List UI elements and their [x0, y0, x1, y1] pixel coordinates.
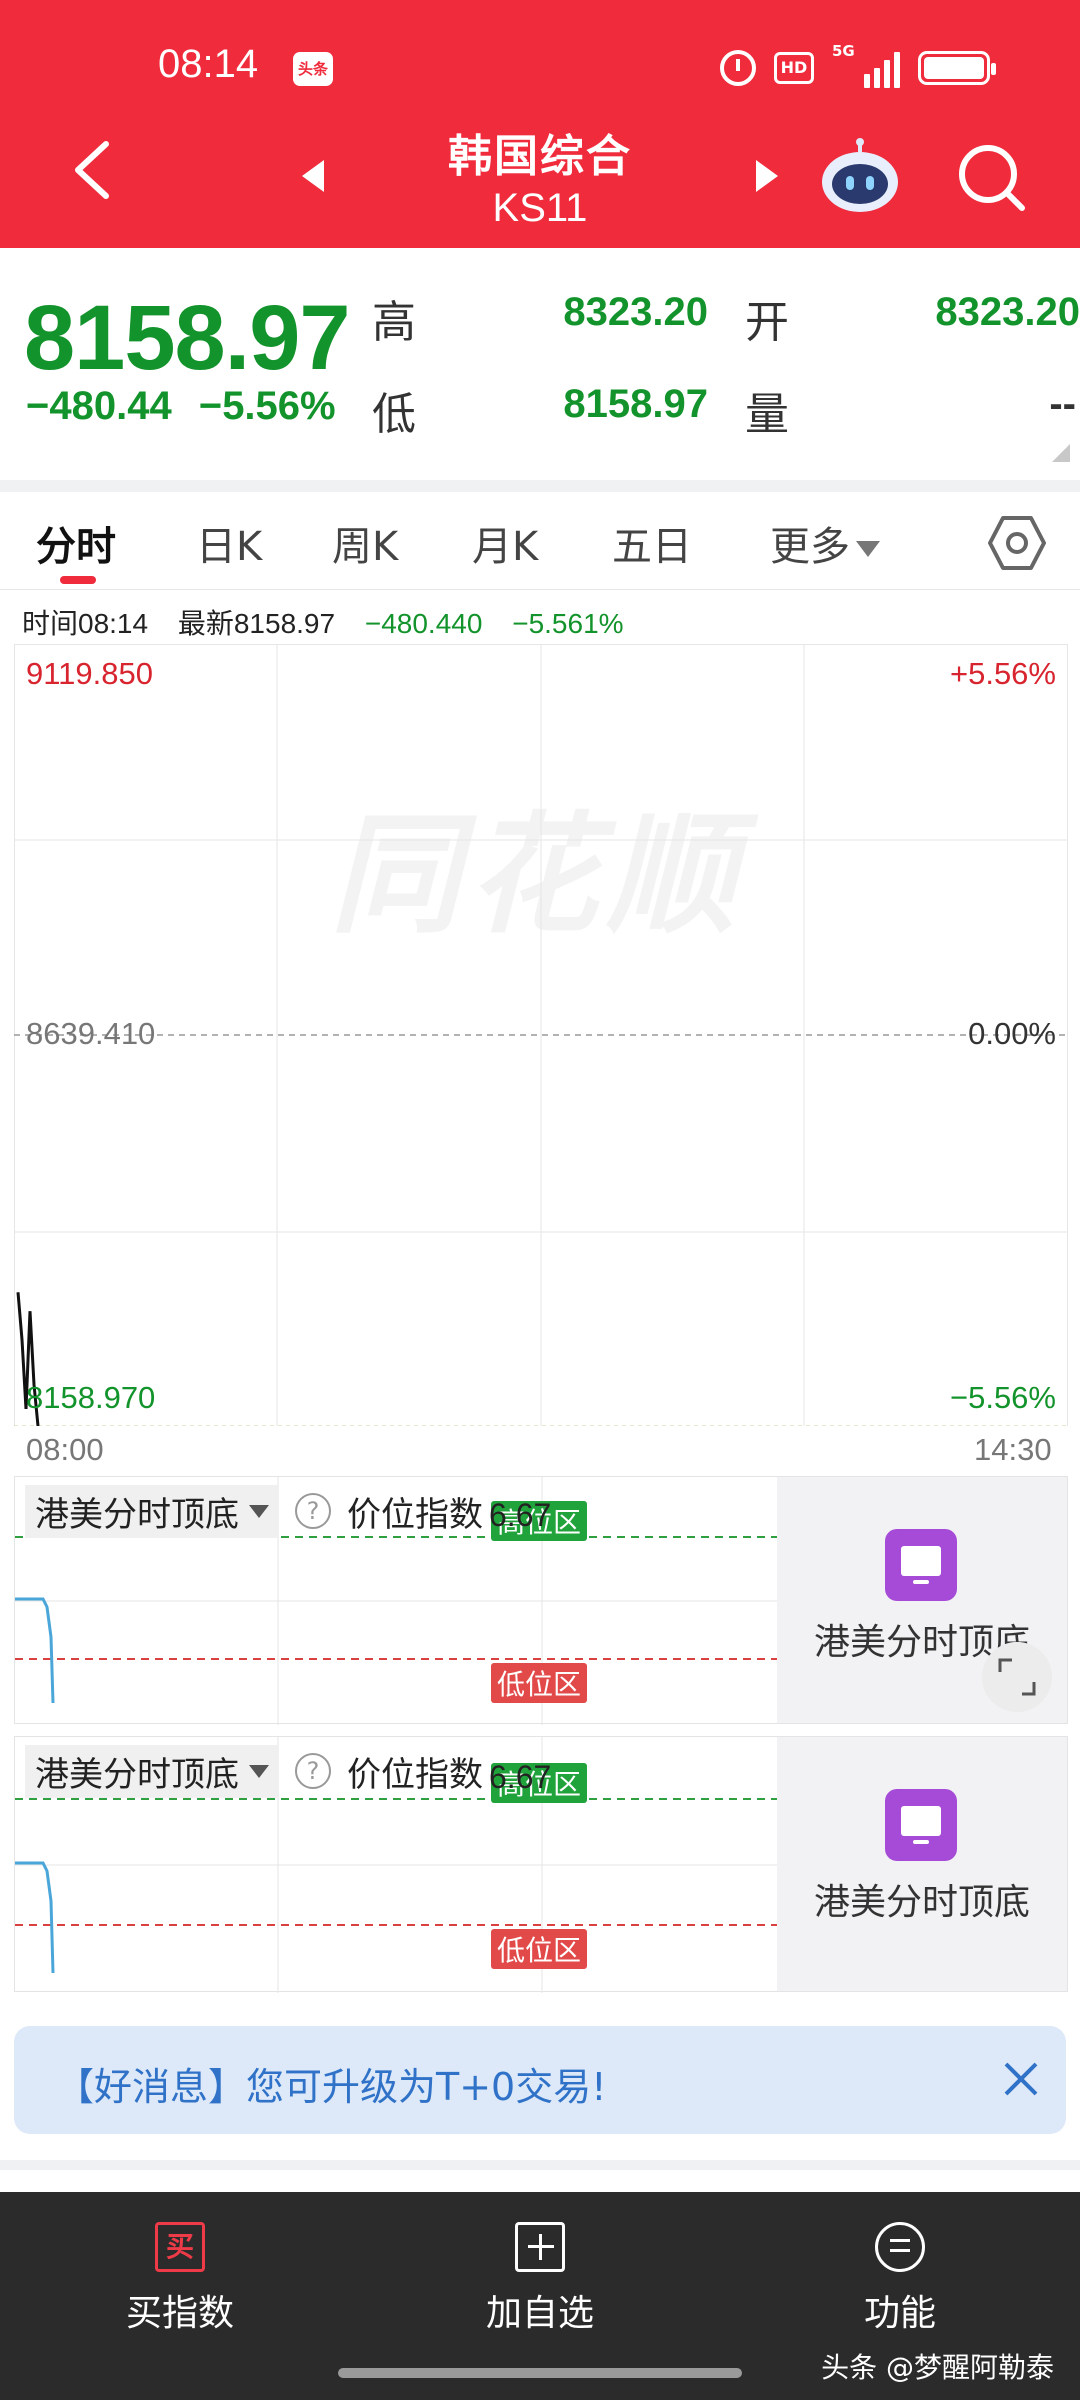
high-label: 高	[372, 297, 416, 348]
low-zone-tag: 低位区	[491, 1663, 588, 1703]
crosshair-info: 时间08:14 最新8158.97 −480.440 −5.561%	[22, 602, 646, 642]
network-label: 5G	[832, 42, 855, 60]
tab-five-day[interactable]: 五日	[612, 514, 692, 572]
price-change: −480.44 −5.56%	[26, 384, 336, 429]
chevron-down-icon	[856, 541, 880, 557]
low-label: 低	[372, 389, 416, 440]
low-value: 8158.97	[563, 382, 708, 426]
tab-weekly-k[interactable]: 周K	[332, 514, 398, 572]
indicator-dropdown[interactable]: 港美分时顶底	[25, 1744, 279, 1798]
next-arrow-icon[interactable]	[752, 156, 782, 196]
tab-more[interactable]: 更多	[770, 514, 880, 572]
indicator-dropdown[interactable]: 港美分时顶底	[25, 1484, 279, 1538]
low-zone-tag: 低位区	[491, 1929, 588, 1969]
indicator-name: 港美分时顶底	[35, 1754, 239, 1795]
quote-panel: 8158.97 −480.44 −5.56% 高 8323.20 开 8323.…	[0, 248, 1080, 484]
indicator-shortcut[interactable]: 港美分时顶底	[777, 1737, 1067, 1991]
page-title: 韩国综合	[448, 131, 632, 182]
tab-intraday[interactable]: 分时	[36, 514, 116, 572]
info-time: 时间08:14	[22, 608, 149, 639]
search-icon[interactable]	[956, 142, 1028, 214]
home-indicator[interactable]	[338, 2368, 742, 2378]
x-axis-end: 14:30	[974, 1432, 1052, 1467]
help-icon[interactable]: ?	[295, 1753, 331, 1789]
intraday-chart-svg	[14, 644, 1068, 1426]
chart-tabs: 分时 日K 周K 月K 五日 更多	[0, 492, 1080, 590]
buy-icon: 买	[155, 2222, 205, 2272]
toutiao-notification-icon: 头条	[293, 52, 333, 86]
hd-icon: HD	[774, 52, 814, 84]
settings-icon[interactable]	[988, 514, 1046, 572]
monitor-icon	[885, 1789, 957, 1861]
info-change-percent: −5.561%	[512, 608, 624, 639]
chevron-down-icon	[249, 1764, 269, 1778]
tab-daily-k[interactable]: 日K	[196, 514, 262, 572]
promo-text: 【好消息】您可升级为T+0交易!	[56, 2065, 607, 2109]
indicator-panel[interactable]: 港美分时顶底 ? 价位指数 高位区 6.67 低位区 港美分时顶底	[14, 1476, 1068, 1725]
change-percent: −5.56%	[198, 384, 336, 428]
intraday-chart[interactable]: 9119.850 +5.56% 8639.410 0.00% 8158.970 …	[14, 644, 1068, 1426]
indicator-title: 价位指数	[347, 1494, 483, 1535]
promo-banner[interactable]: 【好消息】您可升级为T+0交易!	[14, 2026, 1066, 2134]
open-value: 8323.20	[935, 290, 1080, 334]
expand-icon[interactable]	[982, 1642, 1052, 1712]
help-icon[interactable]: ?	[295, 1493, 331, 1529]
buy-index-label: 买指数	[125, 2293, 234, 2334]
indicator-value: 6.67	[489, 1497, 552, 1533]
y-axis-max: 9119.850	[26, 656, 153, 691]
add-icon	[515, 2222, 565, 2272]
change-value: −480.44	[26, 384, 172, 428]
indicator-header: 港美分时顶底 ? 价位指数	[25, 1744, 483, 1798]
indicator-name: 港美分时顶底	[35, 1494, 239, 1535]
indicator-title: 价位指数	[347, 1754, 483, 1795]
expand-corner-icon[interactable]	[1052, 444, 1070, 462]
add-watchlist-label: 加自选	[485, 2293, 594, 2334]
robot-icon[interactable]	[818, 138, 902, 214]
section-divider	[0, 480, 1080, 492]
functions-label: 功能	[863, 2293, 936, 2334]
monitor-icon	[885, 1529, 957, 1601]
volume-label: 量	[745, 389, 789, 440]
status-time: 08:14	[158, 42, 259, 86]
alarm-icon	[720, 50, 756, 86]
indicator-shortcut-label: 港美分时顶底	[813, 1882, 1030, 1923]
indicator-value: 6.67	[489, 1759, 552, 1795]
indicator-panel[interactable]: 港美分时顶底 ? 价位指数 高位区 6.67 低位区 港美分时顶底	[14, 1736, 1068, 1993]
info-latest: 最新8158.97	[177, 608, 336, 639]
add-watchlist-button[interactable]: 加自选	[430, 2222, 650, 2336]
open-label: 开	[745, 297, 789, 348]
pct-axis-min: −5.56%	[949, 1380, 1056, 1415]
current-price: 8158.97	[24, 287, 351, 389]
page-subtitle: KS11	[492, 186, 588, 230]
tab-monthly-k[interactable]: 月K	[472, 514, 538, 572]
y-axis-mid: 8639.410	[26, 1016, 156, 1051]
battery-icon	[918, 51, 996, 85]
section-divider	[0, 2160, 1080, 2170]
chevron-down-icon	[249, 1504, 269, 1518]
pct-axis-max: +5.56%	[949, 656, 1056, 691]
functions-button[interactable]: 功能	[790, 2222, 1010, 2336]
app-header: 08:14 头条 HD 5G 韩国综合 KS11	[0, 0, 1080, 248]
volume-value: --	[1049, 382, 1076, 426]
source-credit: 头条 @梦醒阿勒泰	[821, 2351, 1054, 2384]
info-change: −480.440	[364, 608, 483, 639]
indicator-header: 港美分时顶底 ? 价位指数	[25, 1484, 483, 1538]
status-icons: HD 5G	[720, 42, 996, 88]
high-value: 8323.20	[563, 290, 708, 334]
x-axis-start: 08:00	[26, 1432, 104, 1467]
menu-icon	[875, 2222, 925, 2272]
tab-more-label: 更多	[770, 524, 850, 570]
signal-icon: 5G	[832, 42, 900, 88]
tab-active-indicator	[60, 576, 96, 584]
y-axis-min: 8158.970	[26, 1380, 156, 1415]
pct-axis-mid: 0.00%	[968, 1016, 1056, 1051]
buy-index-button[interactable]: 买 买指数	[70, 2222, 290, 2336]
close-icon[interactable]	[998, 2056, 1044, 2102]
